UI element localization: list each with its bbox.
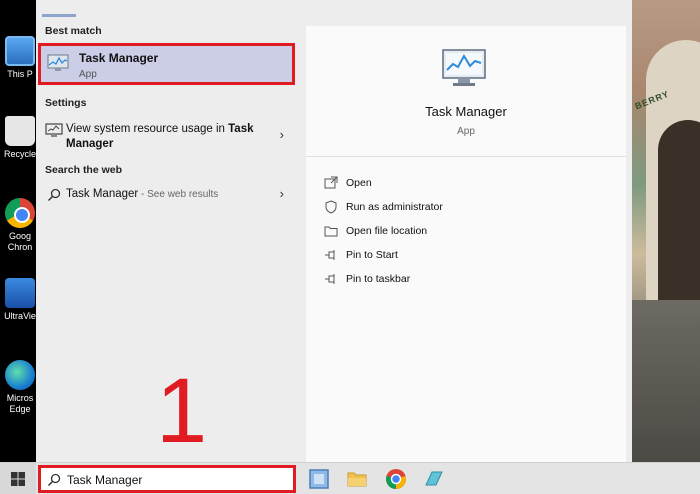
preview-title: Task Manager xyxy=(425,104,507,119)
settings-text-prefix: View system resource usage in xyxy=(66,123,229,135)
settings-header: Settings xyxy=(45,97,87,109)
search-icon xyxy=(47,188,61,202)
file-explorer-icon xyxy=(347,472,367,487)
desktop-icon-label: Goog Chron xyxy=(7,231,33,252)
recycle-bin-icon xyxy=(5,116,35,146)
this-pc-icon xyxy=(5,36,35,66)
chrome-icon xyxy=(386,469,406,489)
best-match-header: Best match xyxy=(45,25,102,37)
desktop-icon-edge[interactable]: Micros Edge xyxy=(2,360,38,415)
step-annotation-1: 1 xyxy=(156,360,208,462)
start-menu-search-results: Best match Task Manager App Settings Vie… xyxy=(36,0,632,462)
taskbar-chrome[interactable] xyxy=(384,467,408,491)
chevron-right-icon[interactable]: › xyxy=(280,127,284,142)
best-match-task-manager[interactable]: Task Manager App xyxy=(38,43,295,85)
action-pin-to-taskbar[interactable]: Pin to taskbar xyxy=(324,272,574,290)
start-button[interactable] xyxy=(0,463,36,494)
wallpaper-photo: BERRY xyxy=(632,0,700,462)
action-pin-to-start[interactable]: Pin to Start xyxy=(324,248,574,266)
desktop-icon-label: Micros Edge xyxy=(6,393,34,414)
open-icon xyxy=(324,176,338,189)
best-match-subtitle: App xyxy=(79,69,97,80)
action-run-as-administrator[interactable]: Run as administrator xyxy=(324,200,574,218)
ultraviewer-icon xyxy=(5,278,35,308)
task-manager-icon xyxy=(442,49,486,86)
desktop-icon-label: This P xyxy=(7,69,33,79)
action-label: Run as administrator xyxy=(346,201,443,213)
search-icon xyxy=(47,473,61,487)
settings-result-view-resource-usage[interactable]: View system resource usage in Task Manag… xyxy=(36,116,298,156)
best-match-title: Task Manager xyxy=(79,51,159,65)
action-label: Pin to Start xyxy=(346,249,398,261)
search-input[interactable] xyxy=(67,471,287,489)
folder-icon xyxy=(324,226,338,237)
chrome-icon xyxy=(5,198,35,228)
monitor-icon xyxy=(45,123,63,137)
tab-indicator xyxy=(42,14,76,17)
desktop-icon-label: UltraVie xyxy=(4,311,36,321)
windows-logo-icon xyxy=(11,472,25,486)
taskbar-task-view[interactable] xyxy=(307,467,331,491)
task-manager-icon xyxy=(47,54,69,71)
desktop-icon-this-pc[interactable]: This P xyxy=(2,36,38,80)
app-icon xyxy=(425,471,443,486)
action-open-file-location[interactable]: Open file location xyxy=(324,224,574,242)
action-label: Pin to taskbar xyxy=(346,273,411,285)
edge-icon xyxy=(5,360,35,390)
desktop-icon-ultraviewer[interactable]: UltraVie xyxy=(2,278,38,322)
desktop-icon-label: Recycle xyxy=(3,149,36,159)
chevron-right-icon[interactable]: › xyxy=(280,186,284,201)
web-result-text: Task Manager - See web results xyxy=(66,188,218,200)
taskbar-app[interactable] xyxy=(422,467,446,491)
action-label: Open file location xyxy=(346,225,428,237)
preview-pane: Task Manager App Open Run as administrat… xyxy=(306,26,626,462)
taskbar xyxy=(0,462,700,494)
search-web-header: Search the web xyxy=(45,164,123,176)
taskbar-file-explorer[interactable] xyxy=(345,467,369,491)
pin-icon xyxy=(325,250,335,260)
shield-icon xyxy=(325,200,337,214)
desktop-icon-recycle-bin[interactable]: Recycle xyxy=(2,116,38,160)
web-result-task-manager[interactable]: Task Manager - See web results › xyxy=(36,183,298,207)
task-view-icon xyxy=(309,469,329,489)
pin-icon xyxy=(325,274,335,284)
taskbar-search-box[interactable] xyxy=(38,465,296,493)
preview-subtitle: App xyxy=(457,126,475,137)
web-result-query: Task Manager xyxy=(66,188,139,200)
action-label: Open xyxy=(346,177,372,189)
settings-result-text: View system resource usage in Task Manag… xyxy=(66,122,266,152)
action-open[interactable]: Open xyxy=(324,176,574,194)
desktop-icon-chrome[interactable]: Goog Chron xyxy=(2,198,38,253)
web-result-suffix: - See web results xyxy=(138,189,219,200)
divider xyxy=(306,156,626,157)
photo-doorway xyxy=(658,120,700,320)
photo-ground xyxy=(632,300,700,462)
